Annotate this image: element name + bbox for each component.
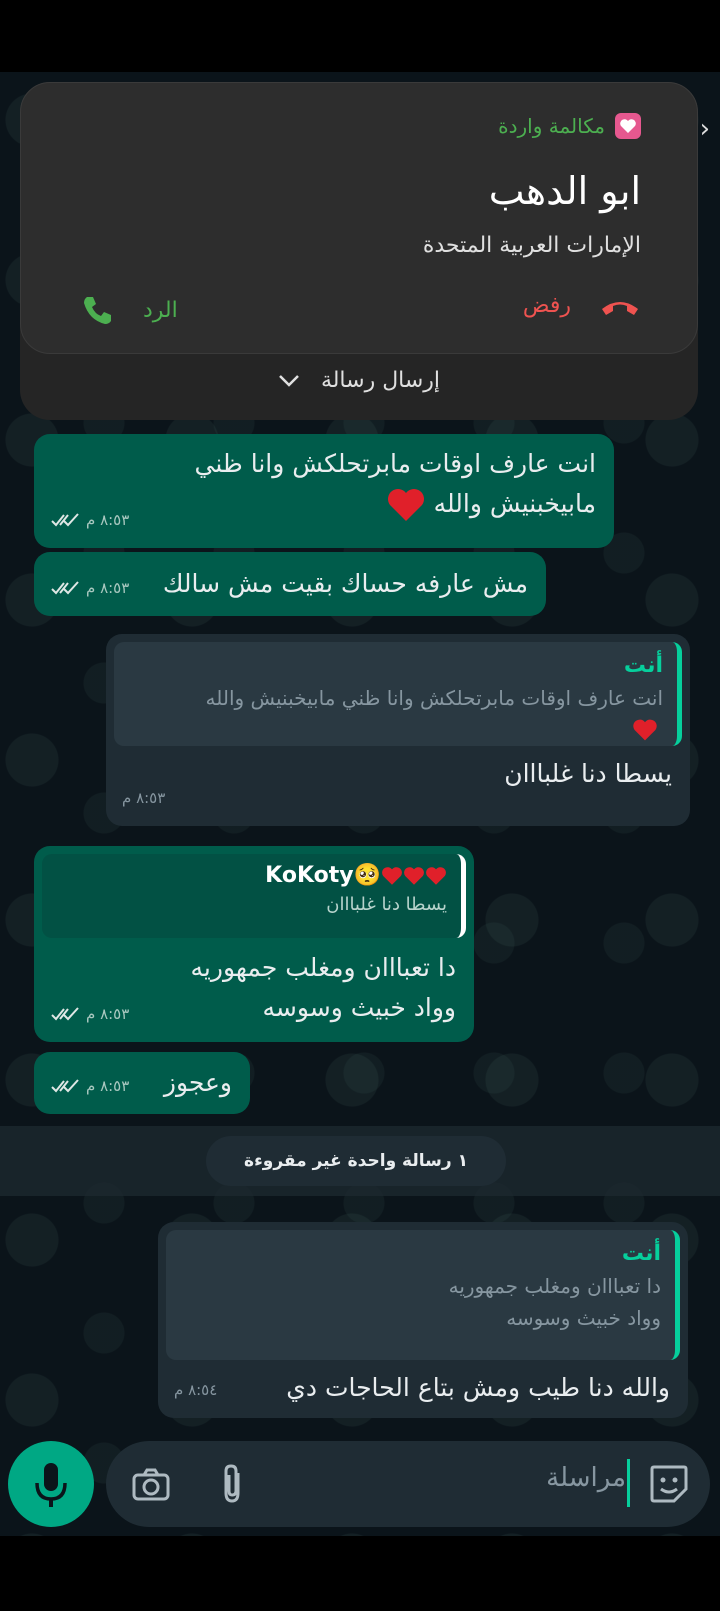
message-meta: ٨:٥٣ م — [50, 500, 129, 540]
decline-label: رفض — [522, 293, 571, 318]
message-composer[interactable]: مراسلة — [106, 1441, 710, 1527]
sticker-icon[interactable] — [648, 1463, 690, 1505]
red-heart-icon — [426, 867, 446, 885]
message-time: ٨:٥٤ م — [174, 1381, 218, 1399]
message-text: انت عارف اوقات مابرتحلكش وانا ظني — [194, 449, 596, 478]
unread-count-label: ١ رسالة واحدة غير مقروءة — [206, 1136, 506, 1186]
quote-text: يسطا دنا غلبااان — [326, 894, 447, 915]
incoming-call-notification[interactable]: مكالمة واردة ابو الدهب الإمارات العربية … — [20, 82, 698, 420]
double-check-icon — [51, 581, 79, 595]
send-message-button[interactable]: إرسال رسالة — [20, 368, 698, 393]
message-meta: ٨:٥٣ م — [122, 778, 165, 818]
decline-button[interactable]: رفض — [523, 293, 641, 318]
quoted-message[interactable]: KoKoty🥺 يسطا دنا غلبااان — [42, 854, 466, 938]
message-time: ٨:٥٣ م — [122, 789, 166, 807]
message-bubble[interactable]: أنت دا تعبااان ومغلب جمهوريه وواد خبيث و… — [158, 1222, 688, 1418]
message-text: دا تعبااان ومغلب جمهوريه — [190, 953, 456, 982]
message-bubble[interactable]: مش عارفه حساك بقيت مش سالك ٨:٥٣ م — [34, 552, 546, 616]
message-bubble[interactable]: KoKoty🥺 يسطا دنا غلبااان دا تعبااان ومغل… — [34, 846, 474, 1042]
message-meta: ٨:٥٤ م — [174, 1370, 217, 1410]
red-heart-icon — [382, 867, 402, 885]
message-text: يسطا دنا غلبااان — [504, 759, 672, 788]
notification-header: مكالمة واردة — [498, 113, 641, 139]
chevron-down-icon — [279, 375, 299, 387]
message-text: والله دنا طيب ومش بتاع الحاجات دي — [286, 1373, 670, 1402]
double-check-icon — [51, 1079, 79, 1093]
message-time: ٨:٥٣ م — [86, 1077, 130, 1095]
phone-icon — [84, 297, 111, 324]
pleading-face-emoji: 🥺 — [353, 863, 381, 888]
camera-icon[interactable] — [132, 1467, 170, 1501]
message-bubble[interactable]: انت عارف اوقات مابرتحلكش وانا ظني مابيخب… — [34, 434, 614, 548]
message-meta: ٨:٥٣ م — [50, 1066, 129, 1106]
quote-author: أنت — [623, 653, 663, 678]
send-message-label: إرسال رسالة — [320, 368, 441, 393]
red-heart-icon — [633, 719, 657, 741]
message-time: ٨:٥٣ م — [86, 1005, 130, 1023]
app-heart-icon — [615, 113, 641, 139]
caller-name: ابو الدهب — [488, 169, 641, 213]
quote-text: انت عارف اوقات مابرتحلكش وانا ظني مابيخب… — [205, 686, 664, 710]
quoted-message[interactable]: أنت دا تعبااان ومغلب جمهوريه وواد خبيث و… — [166, 1230, 680, 1360]
answer-label: الرد — [143, 297, 178, 323]
quote-author: أنت — [621, 1241, 661, 1266]
double-check-icon — [51, 513, 79, 527]
quote-text: وواد خبيث وسوسه — [506, 1306, 661, 1330]
red-heart-icon — [387, 489, 424, 521]
message-text: مابيخبنيش والله — [433, 489, 596, 518]
voice-record-button[interactable] — [8, 1441, 94, 1527]
quote-author: KoKoty🥺 — [56, 860, 447, 892]
quote-text: دا تعبااان ومغلب جمهوريه — [448, 1274, 661, 1298]
call-card: مكالمة واردة ابو الدهب الإمارات العربية … — [20, 82, 698, 354]
navigation-bar-area — [0, 1536, 720, 1611]
attach-icon[interactable] — [218, 1463, 246, 1505]
message-meta: ٨:٥٣ م — [50, 568, 129, 608]
hangup-icon — [602, 301, 638, 315]
red-heart-icon — [404, 867, 424, 885]
microphone-icon — [35, 1463, 67, 1507]
message-meta: ٨:٥٣ م — [50, 994, 129, 1034]
message-bubble[interactable]: أنت انت عارف اوقات مابرتحلكش وانا ظني ما… — [106, 634, 690, 826]
answer-button[interactable]: الرد — [81, 293, 178, 327]
message-input[interactable]: مراسلة — [546, 1463, 626, 1493]
caller-country: الإمارات العربية المتحدة — [422, 233, 641, 258]
quoted-message[interactable]: أنت انت عارف اوقات مابرتحلكش وانا ظني ما… — [114, 642, 682, 746]
text-cursor — [627, 1459, 630, 1507]
message-time: ٨:٥٣ م — [86, 511, 130, 529]
chevron-right-icon[interactable]: › — [700, 114, 710, 144]
double-check-icon — [51, 1007, 79, 1021]
notification-app-name: مكالمة واردة — [498, 114, 605, 138]
message-time: ٨:٥٣ م — [86, 579, 130, 597]
message-bubble[interactable]: وعجوز ٨:٥٣ م — [34, 1052, 250, 1114]
